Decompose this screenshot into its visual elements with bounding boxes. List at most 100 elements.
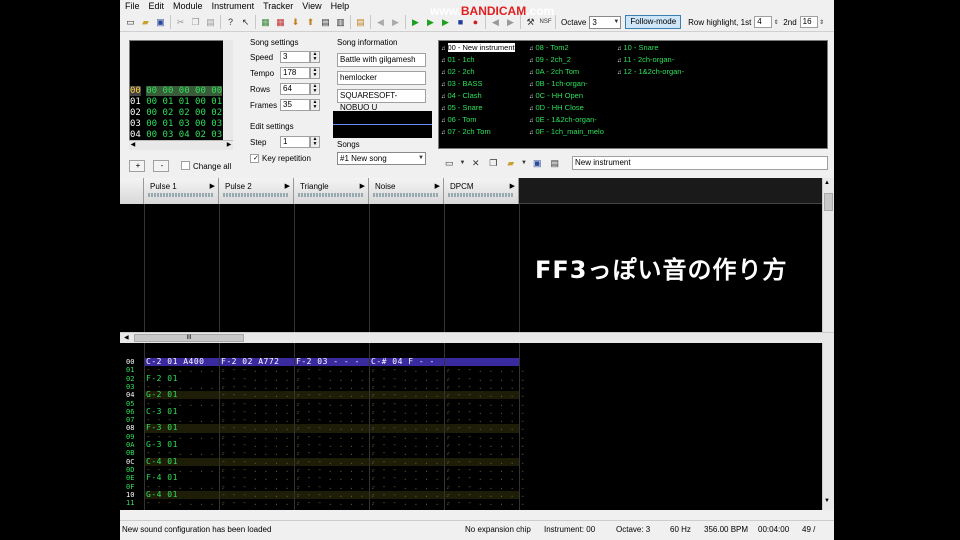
pattern-horizontal-scrollbar[interactable]: ◀ III <box>120 332 834 343</box>
instrument-item[interactable]: ♫ 05 - Snare <box>441 102 483 113</box>
move-frame-down-icon[interactable]: ⬇ <box>288 15 303 30</box>
save-instrument-icon[interactable]: ▣ <box>530 156 545 171</box>
speed-input[interactable]: 3 <box>280 51 310 63</box>
rows-spinner[interactable]: ▲ ▼ <box>310 83 320 95</box>
about-icon[interactable]: ? <box>223 15 238 30</box>
instrument-item[interactable]: ♫ 07 - 2ch Tom <box>441 126 491 137</box>
menu-file[interactable]: File <box>125 0 140 13</box>
remove-frame-button[interactable]: - <box>153 160 169 172</box>
menu-module[interactable]: Module <box>173 0 203 13</box>
instrument-item[interactable]: ♫ 03 - BASS <box>441 78 483 89</box>
empty-pattern-cell[interactable]: - - - . . . . . <box>296 498 376 507</box>
copy-icon[interactable]: ❐ <box>188 15 203 30</box>
instrument-item[interactable]: ♫ 10 - Snare <box>617 42 659 53</box>
frame-list[interactable]: 00 00 00 00 00 00 01 00 01 01 00 01 02 0… <box>129 40 233 150</box>
menu-tracker[interactable]: Tracker <box>263 0 293 13</box>
instrument-item[interactable]: ♫ 12 - 1&2ch-organ- <box>617 66 684 77</box>
channel-header[interactable]: Pulse 2 ▶ <box>219 178 294 204</box>
channel-header[interactable]: DPCM ▶ <box>444 178 519 204</box>
octave-select[interactable]: 3 <box>589 15 622 29</box>
load-instrument-dropdown-icon[interactable]: ▼ <box>521 156 527 171</box>
channel-header[interactable]: Triangle ▶ <box>294 178 369 204</box>
duplicate-patterns-icon[interactable]: ▥ <box>333 15 348 30</box>
empty-pattern-cell[interactable]: - - - . . . . . <box>371 498 451 507</box>
new-instrument-icon[interactable]: ▭ <box>442 156 457 171</box>
tempo-input[interactable]: 178 <box>280 67 310 79</box>
menu-instrument[interactable]: Instrument <box>212 0 255 13</box>
instrument-item[interactable]: ♫ 0A - 2ch Tom <box>529 66 579 77</box>
instrument-item[interactable]: ♫ 09 - 2ch_2 <box>529 54 571 65</box>
channel-header[interactable]: Pulse 1 ▶ <box>144 178 219 204</box>
frame-row[interactable]: 00 00 00 00 00 00 <box>130 86 223 97</box>
step-spinner[interactable]: ▲ ▼ <box>310 136 320 148</box>
frame-list-hscroll[interactable]: ◀ ▶ <box>129 140 233 150</box>
follow-mode-button[interactable]: Follow-mode <box>625 15 682 29</box>
song-name-input[interactable]: Battle with gilgamesh <box>337 53 426 67</box>
play-icon[interactable]: ▶ <box>408 15 423 30</box>
frame-row[interactable]: 02 00 02 02 00 02 <box>130 108 222 119</box>
empty-pattern-cell[interactable]: - - - . . . . . <box>146 498 226 507</box>
new-file-icon[interactable]: ▭ <box>123 15 138 30</box>
remove-instrument-icon[interactable]: ✕ <box>468 156 483 171</box>
channel-expand-icon[interactable]: ▶ <box>360 182 365 190</box>
channel-expand-icon[interactable]: ▶ <box>435 182 440 190</box>
menu-edit[interactable]: Edit <box>149 0 165 13</box>
tempo-spinner[interactable]: ▲ ▼ <box>310 67 320 79</box>
rows-input[interactable]: 64 <box>280 83 310 95</box>
module-properties-icon[interactable]: ▤ <box>353 15 368 30</box>
instrument-item[interactable]: ♫ 00 - New instrument <box>441 42 515 53</box>
channel-expand-icon[interactable]: ▶ <box>285 182 290 190</box>
channel-expand-icon[interactable]: ▶ <box>210 182 215 190</box>
load-instrument-icon[interactable]: ▰ <box>504 156 519 171</box>
instrument-item[interactable]: ♫ 11 - 2ch-organ- <box>617 54 674 65</box>
instrument-item[interactable]: ♫ 01 - 1ch <box>441 54 475 65</box>
song-select[interactable]: #1 New song <box>337 152 426 165</box>
instrument-item[interactable]: ♫ 0F - 1ch_main_melo <box>529 126 604 137</box>
frames-spinner[interactable]: ▲ ▼ <box>310 99 320 111</box>
scroll-thumb[interactable] <box>824 193 833 211</box>
instrument-item[interactable]: ♫ 04 - Clash <box>441 90 482 101</box>
empty-pattern-cell[interactable]: - - - . . . . . <box>221 498 301 507</box>
row-highlight-first-spinner[interactable]: ⇕ <box>772 15 780 30</box>
paste-icon[interactable]: ▤ <box>203 15 218 30</box>
change-all-checkbox[interactable] <box>181 161 190 170</box>
instrument-name-input[interactable]: New instrument <box>572 156 828 170</box>
row-highlight-first-input[interactable]: 4 <box>754 16 773 28</box>
pattern-editor[interactable]: Pulse 1 ▶ Pulse 2 ▶ Triangle ▶ Noise ▶ DPCM ▶ 00 C… <box>120 178 834 510</box>
instrument-item[interactable]: ♫ 06 - Tom <box>441 114 477 125</box>
clone-instrument-icon[interactable]: ❐ <box>486 156 501 171</box>
cut-icon[interactable]: ✂ <box>173 15 188 30</box>
instrument-item[interactable]: ♫ 0E - 1&2ch-organ- <box>529 114 597 125</box>
menu-help[interactable]: Help <box>331 0 350 13</box>
instrument-list[interactable]: ♫ 00 - New instrument ♫ 01 - 1ch ♫ 02 - 2ch ♫ 0… <box>438 40 828 149</box>
save-file-icon[interactable]: ▣ <box>153 15 168 30</box>
frames-input[interactable]: 35 <box>280 99 310 111</box>
step-input[interactable]: 1 <box>280 136 310 148</box>
pattern-vertical-scrollbar[interactable]: ▲ ▼ <box>822 178 834 510</box>
frame-list-scrollbar[interactable] <box>223 40 233 150</box>
speed-spinner[interactable]: ▲ ▼ <box>310 51 320 63</box>
song-artist-input[interactable]: hemlocker <box>337 71 426 85</box>
new-instrument-dropdown-icon[interactable]: ▼ <box>460 156 466 171</box>
scroll-left-icon[interactable]: ◀ <box>124 334 129 341</box>
hscroll-thumb[interactable]: III <box>134 334 244 342</box>
song-copyright-input[interactable]: SQUARESOFT-NOBUO U <box>337 89 426 112</box>
add-frame-button[interactable]: + <box>129 160 145 172</box>
channel-header[interactable]: Noise ▶ <box>369 178 444 204</box>
insert-frame-icon[interactable]: ▦ <box>258 15 273 30</box>
duplicate-frame-icon[interactable]: ▤ <box>318 15 333 30</box>
menu-view[interactable]: View <box>302 0 321 13</box>
row-highlight-second-input[interactable]: 16 <box>799 16 818 28</box>
move-frame-up-icon[interactable]: ⬆ <box>303 15 318 30</box>
frame-row[interactable]: 01 00 01 01 00 01 <box>130 97 222 108</box>
next-song-icon[interactable]: ▶ <box>388 15 403 30</box>
empty-pattern-cell[interactable]: - - - . . . . . <box>446 498 526 507</box>
previous-song-icon[interactable]: ◀ <box>373 15 388 30</box>
instrument-item[interactable]: ♫ 0C - HH Open <box>529 90 583 101</box>
instrument-item[interactable]: ♫ 0D - HH Close <box>529 102 584 113</box>
scroll-down-icon[interactable]: ▼ <box>824 498 830 504</box>
edit-instrument-icon[interactable]: ▤ <box>547 156 562 171</box>
instrument-item[interactable]: ♫ 0B - 1ch-organ- <box>529 78 588 89</box>
row-highlight-second-spinner[interactable]: ⇕ <box>818 15 826 30</box>
key-repetition-checkbox[interactable]: ✓ <box>250 154 259 163</box>
